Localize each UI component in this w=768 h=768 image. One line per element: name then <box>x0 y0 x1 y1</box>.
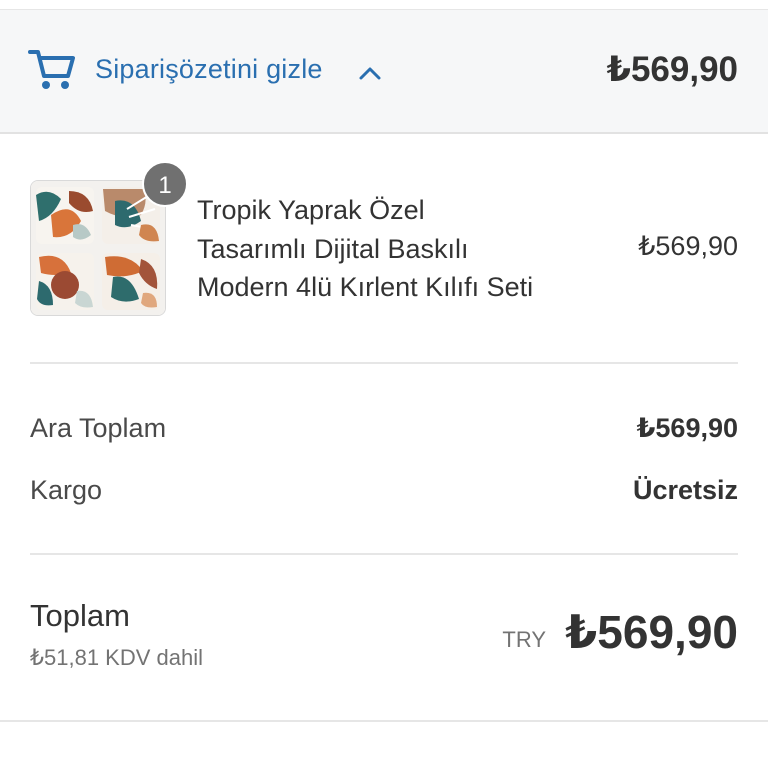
product-title-line: Modern 4lü Kırlent Kılıfı Seti <box>197 272 534 302</box>
quantity-badge: 1 <box>142 161 188 207</box>
total-price: ₺569,90 <box>565 606 738 658</box>
section-divider <box>30 362 738 364</box>
product-thumbnail <box>30 180 166 316</box>
total-label: Toplam <box>30 598 130 633</box>
section-divider <box>30 553 738 555</box>
product-title: Tropik Yaprak Özel Tasarımlı Dijital Bas… <box>197 191 597 307</box>
cart-icon[interactable] <box>28 46 76 92</box>
currency-code: TRY <box>502 627 546 652</box>
order-summary-bar[interactable]: Siparişözetini gizle ₺569,90 <box>0 10 768 134</box>
hide-order-summary-link[interactable]: Siparişözetini gizle <box>95 54 323 85</box>
subtotal-value: ₺569,90 <box>636 413 738 443</box>
cushion-image-3 <box>36 253 94 310</box>
bottom-divider <box>0 720 768 722</box>
chevron-up-icon[interactable] <box>358 64 382 82</box>
top-divider <box>0 0 768 10</box>
product-title-line: Tropik Yaprak Özel <box>197 195 425 225</box>
shipping-value: Ücretsiz <box>632 475 738 505</box>
tax-included-note: ₺51,81 KDV dahil <box>30 645 203 670</box>
shipping-label: Kargo <box>30 475 103 505</box>
subtotal-label: Ara Toplam <box>30 413 167 443</box>
product-price: ₺569,90 <box>638 231 738 261</box>
cushion-set-image <box>31 181 165 315</box>
product-title-line: Tasarımlı Dijital Baskılı <box>197 233 469 264</box>
cushion-image-1 <box>36 187 94 244</box>
cushion-image-4 <box>102 253 160 310</box>
summary-total-price: ₺569,90 <box>606 50 738 89</box>
